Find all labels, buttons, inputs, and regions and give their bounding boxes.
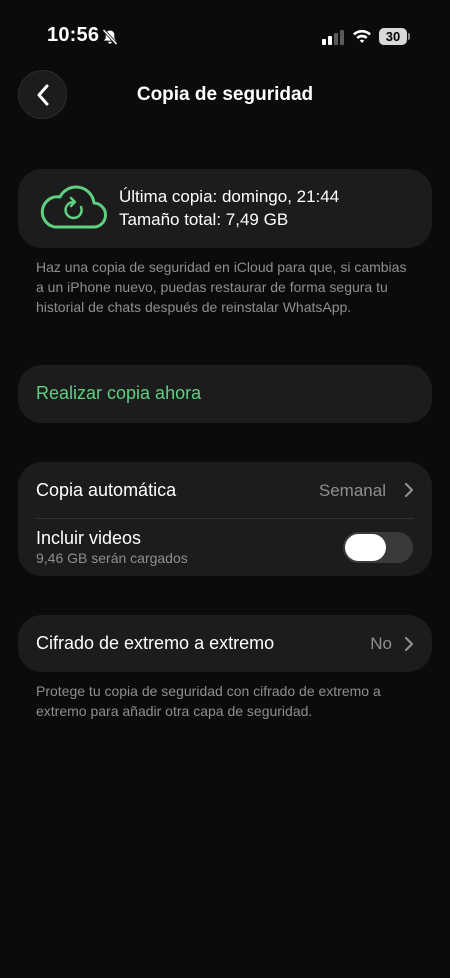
bell-slash-icon (102, 28, 118, 46)
encryption-row[interactable]: Cifrado de extremo a extremo No (18, 615, 432, 672)
page-title: Copia de seguridad (136, 84, 314, 105)
status-bar: 10:56 30 (0, 0, 450, 72)
include-videos-label: Incluir videos (36, 528, 142, 548)
include-videos-subtext: 9,46 GB serán cargados (36, 550, 188, 566)
auto-backup-value: Semanal (318, 481, 386, 500)
cellular-signal-icon (322, 30, 344, 45)
status-time: 10:56 (47, 24, 100, 46)
backup-info-card: Última copia: domingo, 21:44 Tamaño tota… (18, 169, 432, 248)
row-divider (36, 518, 414, 519)
backup-now-button[interactable]: Realizar copia ahora (18, 365, 432, 423)
encryption-value: No (370, 634, 392, 653)
wifi-icon (353, 29, 371, 43)
chevron-right-icon (404, 482, 414, 498)
total-size-text: Tamaño total: 7,49 GB (119, 210, 289, 229)
battery-tip (408, 33, 410, 40)
chevron-right-icon (404, 636, 414, 652)
auto-backup-label: Copia automática (36, 480, 177, 500)
battery-level: 30 (385, 29, 401, 44)
auto-backup-row[interactable]: Copia automática Semanal (18, 462, 432, 518)
last-backup-text: Última copia: domingo, 21:44 (119, 187, 340, 206)
encryption-description: Protege tu copia de seguridad con cifrad… (36, 683, 381, 719)
battery-icon: 30 (379, 28, 407, 45)
backup-description: Haz una copia de seguridad en iCloud par… (36, 259, 407, 315)
backup-settings-group: Copia automática Semanal Incluir videos … (18, 462, 432, 576)
include-videos-toggle[interactable] (343, 532, 413, 563)
backup-now-label: Realizar copia ahora (36, 383, 202, 403)
encryption-label: Cifrado de extremo a extremo (36, 633, 275, 653)
cloud-sync-icon (40, 185, 107, 229)
toggle-knob (345, 534, 386, 561)
